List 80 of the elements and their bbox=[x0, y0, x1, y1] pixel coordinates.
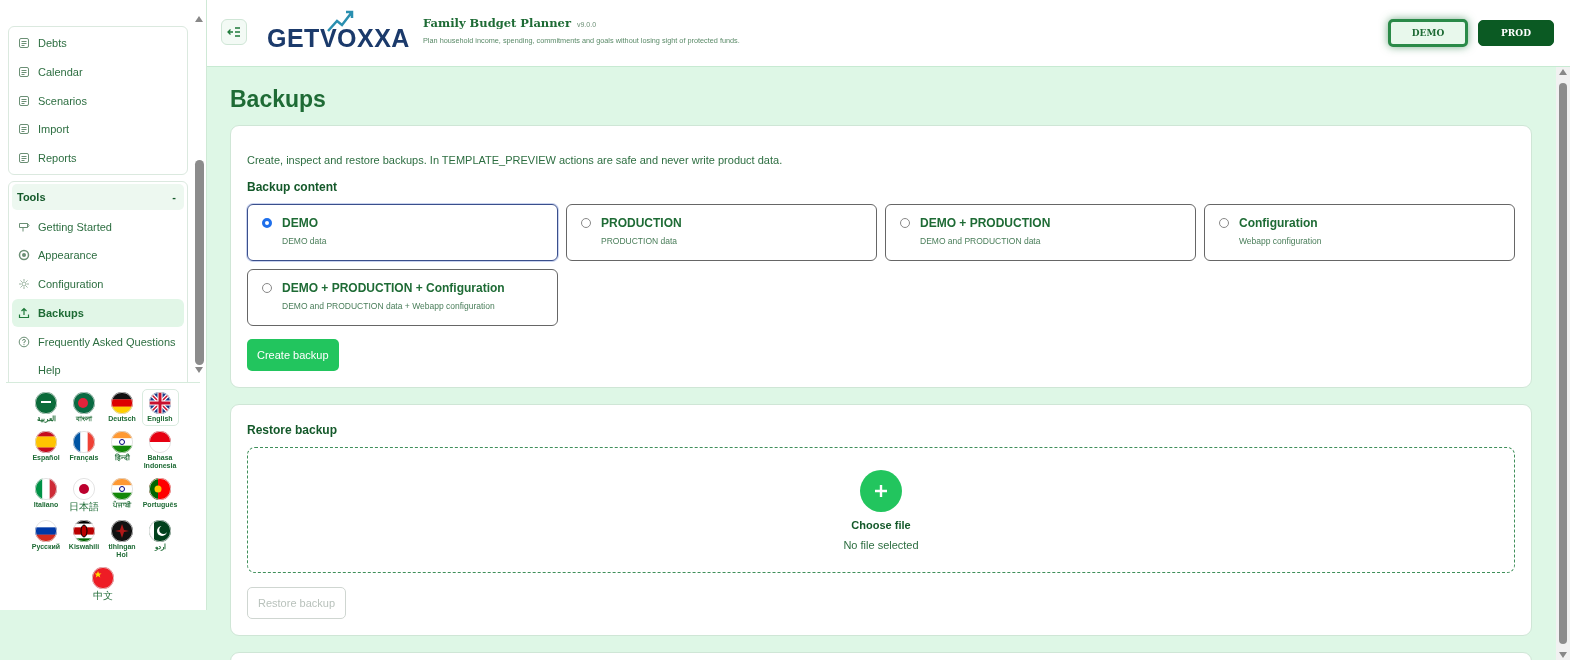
collapse-sidebar-button[interactable] bbox=[221, 19, 247, 45]
flag-icon bbox=[35, 478, 57, 500]
backup-option[interactable]: PRODUCTION PRODUCTION data bbox=[566, 204, 877, 261]
palette-icon bbox=[18, 249, 30, 262]
flag-icon bbox=[149, 520, 171, 542]
nav-item[interactable]: Calendar bbox=[12, 57, 184, 87]
document-icon bbox=[18, 66, 30, 79]
radio-button[interactable] bbox=[262, 218, 272, 228]
scrollbar[interactable] bbox=[1556, 67, 1570, 660]
intro-text: Create, inspect and restore backups. In TEMPLATE_PREVIEW actions are safe and never write product data. bbox=[247, 154, 784, 166]
add-icon bbox=[860, 469, 902, 512]
radio-button[interactable] bbox=[900, 218, 910, 228]
flag-icon bbox=[111, 478, 133, 500]
nav-item[interactable]: Help bbox=[12, 355, 184, 382]
flag-icon bbox=[111, 431, 133, 453]
nav-item[interactable]: Import bbox=[12, 115, 184, 144]
flag-icon bbox=[149, 478, 171, 500]
option-title: PRODUCTION bbox=[601, 216, 682, 230]
app-title: Family Budget Planner bbox=[423, 15, 571, 30]
flag-icon bbox=[73, 431, 95, 453]
file-status: No file selected bbox=[843, 538, 919, 551]
option-description: DEMO data bbox=[282, 236, 327, 246]
collapse-icon bbox=[227, 26, 241, 38]
option-title: DEMO + PRODUCTION bbox=[920, 216, 1051, 230]
flag-icon bbox=[111, 392, 133, 414]
nav-item[interactable]: Scenarios bbox=[12, 86, 184, 116]
page-title: Backups bbox=[230, 85, 327, 113]
flag-icon bbox=[35, 431, 57, 453]
flag-icon bbox=[35, 392, 57, 414]
signpost-icon bbox=[18, 220, 30, 233]
nav-item[interactable]: Appearance bbox=[12, 241, 184, 270]
nav-item[interactable]: Getting Started bbox=[12, 212, 184, 242]
section-heading: Restore backup bbox=[247, 423, 339, 437]
option-description: Webapp configuration bbox=[1239, 236, 1322, 246]
language-button[interactable]: 中文 bbox=[84, 564, 122, 604]
flag-icon bbox=[73, 520, 95, 542]
nav-item[interactable]: Backups bbox=[12, 298, 184, 328]
backup-option[interactable]: DEMO + PRODUCTION DEMO and PRODUCTION data bbox=[885, 204, 1196, 261]
nav-item[interactable]: Debts bbox=[12, 29, 184, 58]
flag-icon bbox=[35, 520, 57, 542]
flag-icon bbox=[149, 392, 171, 414]
backup-option[interactable]: DEMO + PRODUCTION + Configuration DEMO and PRODUCTION data + Webapp configuration bbox=[247, 269, 558, 326]
document-icon bbox=[18, 123, 30, 136]
flag-icon bbox=[92, 567, 114, 589]
section-header[interactable]: Tools - bbox=[12, 184, 184, 211]
radio-button[interactable] bbox=[581, 218, 591, 228]
document-icon bbox=[18, 152, 30, 165]
flag-icon bbox=[73, 392, 95, 414]
flag-icon bbox=[73, 478, 95, 500]
mode-button[interactable]: DEMO bbox=[1388, 19, 1468, 47]
document-icon bbox=[18, 37, 30, 50]
backup-option[interactable]: Configuration Webapp configuration bbox=[1204, 204, 1515, 261]
scroll-down-icon[interactable] bbox=[195, 367, 203, 373]
scroll-down-icon[interactable] bbox=[1559, 652, 1567, 658]
option-title: DEMO bbox=[282, 216, 319, 230]
section-heading: Backup content bbox=[247, 180, 338, 194]
scroll-up-icon[interactable] bbox=[195, 16, 203, 22]
option-title: DEMO + PRODUCTION + Configuration bbox=[282, 281, 505, 295]
language-button[interactable]: 日本語 bbox=[65, 475, 103, 515]
mode-button[interactable]: PROD bbox=[1478, 20, 1554, 46]
choose-file-label: Choose file bbox=[851, 518, 911, 531]
logo: GETVOXXA bbox=[267, 13, 407, 53]
option-description: PRODUCTION data bbox=[601, 236, 679, 246]
option-description: DEMO and PRODUCTION data bbox=[920, 236, 1042, 246]
option-description: DEMO and PRODUCTION data + Webapp configuration bbox=[282, 301, 496, 311]
radio-button[interactable] bbox=[1219, 218, 1229, 228]
radio-button[interactable] bbox=[262, 283, 272, 293]
flag-icon bbox=[111, 520, 133, 542]
help-icon bbox=[18, 335, 30, 348]
nav-item[interactable]: Reports bbox=[12, 143, 184, 173]
flag-icon bbox=[149, 431, 171, 453]
backup-option[interactable]: DEMO DEMO data bbox=[247, 204, 558, 261]
nav-item[interactable]: Frequently Asked Questions bbox=[12, 327, 184, 356]
nav-item[interactable]: Configuration bbox=[12, 269, 184, 299]
option-title: Configuration bbox=[1239, 216, 1319, 230]
scroll-up-icon[interactable] bbox=[1559, 69, 1567, 75]
gear-icon bbox=[18, 278, 30, 291]
document-icon bbox=[18, 94, 30, 107]
upload-icon bbox=[18, 306, 30, 319]
file-drop-zone[interactable]: Choose file No file selected bbox=[247, 447, 1515, 573]
